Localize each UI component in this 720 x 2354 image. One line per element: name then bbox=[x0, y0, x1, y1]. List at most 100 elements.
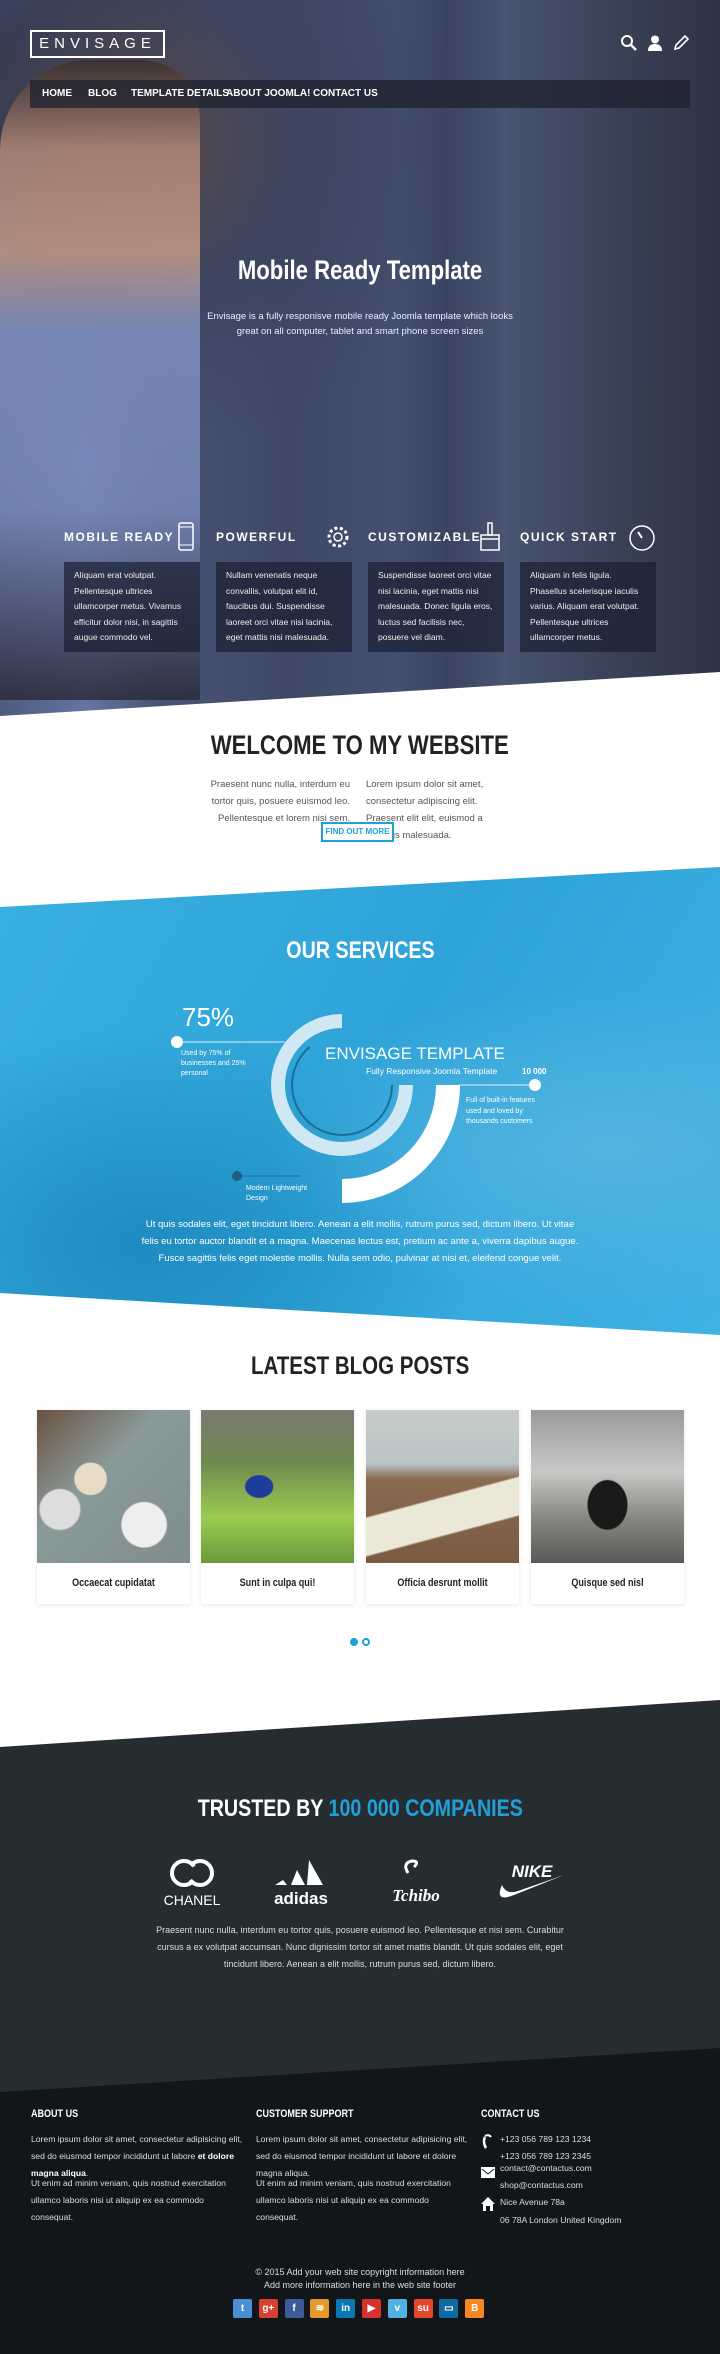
nav-home[interactable]: HOME bbox=[42, 80, 72, 108]
facebook-icon[interactable]: f bbox=[284, 2299, 304, 2318]
adidas-logo: adidas bbox=[263, 1855, 343, 1908]
blog-post-title[interactable]: Sunt in culpa qui! bbox=[215, 1577, 340, 1589]
nav-about-joomla[interactable]: ABOUT JOOMLA! bbox=[226, 80, 310, 108]
hero-title: Mobile Ready Template bbox=[0, 255, 720, 286]
carousel-dot[interactable] bbox=[362, 1638, 370, 1646]
services-title: OUR SERVICES bbox=[0, 937, 720, 965]
home-icon bbox=[481, 2197, 495, 2211]
svg-text:Tchibo: Tchibo bbox=[392, 1886, 440, 1905]
carousel-dot-active[interactable] bbox=[350, 1638, 358, 1646]
copyright: © 2015 Add your web site copyright infor… bbox=[255, 2267, 465, 2277]
stopwatch-icon bbox=[629, 525, 655, 551]
footer-about-title: ABOUT US bbox=[31, 2108, 88, 2120]
site-logo[interactable]: ENVISAGE bbox=[30, 30, 165, 58]
percent-text: Used by 75% of businesses and 25% person… bbox=[181, 1050, 246, 1077]
welcome-title-text: WELCOME TO MY WEBSITE bbox=[210, 730, 510, 760]
welcome-title: WELCOME TO MY WEBSITE bbox=[0, 730, 720, 761]
percent-dot bbox=[171, 1036, 183, 1048]
blogger-icon[interactable]: B bbox=[465, 2299, 485, 2318]
blog-post-title[interactable]: Occaecat cupidatat bbox=[51, 1577, 176, 1589]
nav-blog[interactable]: BLOG bbox=[88, 80, 117, 108]
trusted-section bbox=[0, 1700, 720, 2110]
footer-support-title: CUSTOMER SUPPORT bbox=[256, 2108, 375, 2120]
blog-card[interactable]: Officia desrunt mollit bbox=[366, 1410, 519, 1604]
services-title-text: OUR SERVICES bbox=[285, 937, 435, 964]
feature-title: CUSTOMIZABLE bbox=[368, 530, 482, 544]
feature-box: Suspendisse laoreet orci vitae nisi laci… bbox=[368, 562, 504, 652]
services-infographic bbox=[171, 1014, 541, 1203]
trusted-title-b: 100 000 COMPANIES bbox=[328, 1795, 523, 1822]
count-dot bbox=[529, 1079, 541, 1091]
hero-title-text: Mobile Ready Template bbox=[237, 255, 483, 285]
stumbleupon-icon[interactable]: su bbox=[413, 2299, 433, 2318]
trusted-paragraph: Praesent nunc nulla, interdum eu tortor … bbox=[156, 1925, 564, 1969]
blog-card[interactable]: Quisque sed nisl bbox=[531, 1410, 684, 1604]
footer-contact-title: CONTACT US bbox=[481, 2108, 552, 2120]
email-2[interactable]: shop@contactus.com bbox=[500, 2177, 583, 2194]
blog-post-title[interactable]: Officia desrunt mollit bbox=[380, 1577, 505, 1589]
hero-subtitle: Envisage is a fully responisve mobile re… bbox=[207, 311, 513, 337]
delicious-icon[interactable]: ▭ bbox=[439, 2299, 459, 2318]
search-icon[interactable] bbox=[620, 34, 638, 52]
phone-icon bbox=[482, 2134, 492, 2149]
white-arc bbox=[341, 1084, 460, 1203]
svg-text:adidas: adidas bbox=[274, 1889, 328, 1907]
svg-text:CHANEL: CHANEL bbox=[164, 1892, 221, 1907]
count-text: Full of built-in features used and loved… bbox=[466, 1097, 535, 1125]
trusted-title-a: TRUSTED BY bbox=[197, 1795, 329, 1822]
footer-more-info: Add more information here in the web sit… bbox=[263, 2280, 457, 2290]
feature-box: Nullam venenatis neque convallis, volutp… bbox=[216, 562, 352, 652]
gear-icon bbox=[327, 526, 349, 548]
rss-icon[interactable]: ≋ bbox=[310, 2299, 330, 2318]
count-value: 10 000 bbox=[522, 1067, 547, 1076]
email-1[interactable]: contact@contactus.com bbox=[500, 2160, 592, 2177]
nav-contact-us[interactable]: CONTACT US bbox=[313, 80, 378, 108]
twitter-icon[interactable]: t bbox=[233, 2299, 252, 2318]
linkedin-icon[interactable]: in bbox=[336, 2299, 356, 2318]
blog-title-text: LATEST BLOG POSTS bbox=[250, 1352, 470, 1380]
address-1: Nice Avenue 78a bbox=[500, 2197, 565, 2207]
feature-title: QUICK START bbox=[520, 530, 618, 544]
feature-title: MOBILE READY bbox=[64, 530, 175, 544]
blog-card[interactable]: Occaecat cupidatat bbox=[37, 1410, 190, 1604]
feature-box: Aliquam in felis ligula. Phasellus scele… bbox=[520, 562, 656, 652]
feature-title: POWERFUL bbox=[216, 530, 297, 544]
address-2: 06 78A London United Kingdom bbox=[500, 2215, 622, 2225]
blog-card[interactable]: Sunt in culpa qui! bbox=[201, 1410, 354, 1604]
percent-value: 75% bbox=[182, 1002, 235, 1032]
tchibo-logo: Tchibo bbox=[376, 1855, 456, 1907]
welcome-text-left: Praesent nunc nulla, interdum eu tortor … bbox=[210, 779, 350, 824]
feature-box: Aliquam erat volutpat. Pellentesque ultr… bbox=[64, 562, 200, 652]
phone-1: +123 056 789 123 1234 bbox=[500, 2134, 592, 2144]
paint-brush-icon bbox=[480, 522, 500, 551]
design-dot bbox=[232, 1171, 242, 1181]
youtube-icon[interactable]: ▶ bbox=[362, 2299, 381, 2318]
services-paragraph: Ut quis sodales elit, eget tincidunt lib… bbox=[141, 1219, 579, 1264]
blog-title: LATEST BLOG POSTS bbox=[0, 1352, 720, 1381]
vimeo-icon[interactable]: v bbox=[387, 2299, 407, 2318]
envelope-icon bbox=[481, 2167, 495, 2178]
footer-about-p2: Ut enim ad minim veniam, quis nostrud ex… bbox=[31, 2178, 226, 2222]
usage-ring bbox=[271, 1014, 413, 1156]
chanel-logo: CHANEL bbox=[152, 1855, 232, 1908]
design-text: Modern Lightweight Design bbox=[246, 1185, 308, 1202]
main-nav: HOME BLOG TEMPLATE DETAILS ABOUT JOOMLA!… bbox=[30, 80, 690, 108]
trusted-title: TRUSTED BY 100 000 COMPANIES bbox=[0, 1795, 720, 1823]
blog-image bbox=[201, 1410, 354, 1563]
nike-logo: NIKE bbox=[488, 1855, 568, 1907]
footer-support-p2: Ut enim ad minim veniam, quis nostrud ex… bbox=[256, 2178, 451, 2222]
smartphone-icon bbox=[178, 522, 194, 551]
user-icon[interactable] bbox=[646, 34, 664, 52]
pencil-icon[interactable] bbox=[672, 34, 690, 52]
blog-image bbox=[366, 1410, 519, 1563]
nav-template-details[interactable]: TEMPLATE DETAILS bbox=[131, 80, 229, 108]
footer-contact-title-text: CONTACT US bbox=[481, 2108, 540, 2120]
footer-support-title-text: CUSTOMER SUPPORT bbox=[256, 2108, 354, 2120]
blog-image bbox=[531, 1410, 684, 1563]
blog-post-title[interactable]: Quisque sed nisl bbox=[545, 1577, 670, 1589]
footer-about-title-text: ABOUT US bbox=[31, 2108, 79, 2120]
google-plus-icon[interactable]: g+ bbox=[258, 2299, 278, 2318]
svg-text:NIKE: NIKE bbox=[512, 1862, 553, 1881]
find-out-more-button[interactable]: FIND OUT MORE bbox=[321, 822, 394, 842]
center-subtitle: Fully Responsive Joomla Template bbox=[366, 1066, 498, 1076]
